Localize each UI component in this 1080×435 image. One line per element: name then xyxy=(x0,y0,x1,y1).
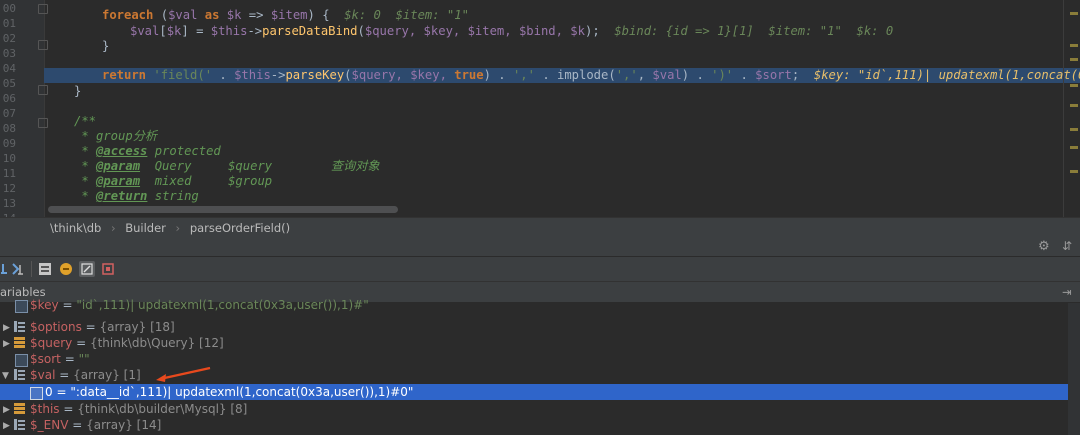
line-gutter: 00 01 02 03 04 05 06 07 08 09 10 11 12 1… xyxy=(0,0,45,217)
variable-name: $key xyxy=(30,298,59,312)
variable-type: {array} [1] xyxy=(73,368,141,382)
line-number: 08 xyxy=(2,122,16,135)
evaluate-expression-icon[interactable] xyxy=(37,261,53,277)
variable-name: 0 xyxy=(45,385,53,399)
line-number: 06 xyxy=(2,92,16,105)
code-line: * @return string xyxy=(74,189,199,203)
variable-row[interactable]: ▶ $query = {think\db\Query} [12] xyxy=(0,335,1068,351)
variable-name: $val xyxy=(30,368,56,382)
variable-type: {think\db\Query} [12] xyxy=(89,336,224,350)
variable-value: ":data__id`,111)| updatexml(1,concat(0x3… xyxy=(70,385,414,399)
code-line: } xyxy=(74,84,82,98)
inline-debug-value: $bind: {id => 1}[1] $item: "1" $k: 0 xyxy=(614,24,894,38)
variable-type: {array} [14] xyxy=(86,418,162,432)
code-line: * group分析 xyxy=(74,129,158,143)
error-stripe-mark[interactable] xyxy=(1070,84,1078,87)
expand-arrow-icon[interactable]: ▶ xyxy=(3,418,10,434)
variable-row[interactable]: ▶ $_ENV = {array} [14] xyxy=(0,417,1068,433)
breadcrumb: \think\db › Builder › parseOrderField() xyxy=(0,217,1080,238)
variable-row[interactable]: ▼ $val = {array} [1] xyxy=(0,366,1068,384)
error-stripe-mark[interactable] xyxy=(1070,146,1078,149)
line-number: 11 xyxy=(2,167,16,180)
variable-row[interactable]: $key = "id`,111)| updatexml(1,concat(0x3… xyxy=(0,297,1068,313)
mute-breakpoints-icon[interactable] xyxy=(79,261,95,277)
breadcrumb-item[interactable]: \think\db xyxy=(50,221,101,235)
array-type-icon xyxy=(14,419,25,430)
error-stripe-mark[interactable] xyxy=(1070,170,1078,173)
collapse-arrow-icon[interactable]: ▼ xyxy=(2,368,9,384)
code-line: * @param mixed $group xyxy=(74,174,273,188)
breadcrumb-separator-icon: › xyxy=(110,221,116,235)
code-line: /** xyxy=(74,114,97,128)
error-stripe-mark[interactable] xyxy=(1070,58,1078,61)
annotation-arrow-icon xyxy=(156,366,211,382)
inline-debug-value: $k: 0 $item: "1" xyxy=(344,8,469,22)
breadcrumb-item[interactable]: parseOrderField() xyxy=(190,221,290,235)
line-number: 02 xyxy=(2,32,16,45)
variable-type: {think\db\builder\Mysql} [8] xyxy=(77,402,248,416)
vertical-scrollbar[interactable] xyxy=(1068,303,1080,435)
code-line-highlighted: return 'field(' . $this->parseKey($query… xyxy=(44,68,1080,83)
line-number: 00 xyxy=(2,2,16,15)
hide-panel-icon[interactable]: ⇵ xyxy=(1062,239,1072,253)
right-margin-guide xyxy=(1063,0,1064,217)
string-type-icon xyxy=(15,300,28,313)
line-number: 10 xyxy=(2,152,16,165)
array-type-icon xyxy=(14,321,25,332)
line-number: 09 xyxy=(2,137,16,150)
settings-gear-icon[interactable]: ⚙ xyxy=(1038,239,1050,254)
variable-name: $options xyxy=(30,320,82,334)
variable-name: $_ENV xyxy=(30,418,69,432)
breadcrumb-separator-icon: › xyxy=(175,221,181,235)
inline-debug-value: $key: "id`,111)| updatexml(1,concat(0x3a… xyxy=(813,68,1080,82)
variable-row[interactable]: ▶ $options = {array} [18] xyxy=(0,319,1068,335)
line-number: 03 xyxy=(2,47,16,60)
restore-layout-icon[interactable] xyxy=(100,261,116,277)
object-type-icon xyxy=(14,337,25,348)
line-number: 12 xyxy=(2,182,16,195)
variable-row[interactable]: ▶ $this = {think\db\builder\Mysql} [8] xyxy=(0,401,1068,417)
horizontal-scrollbar[interactable] xyxy=(48,206,398,213)
code-line: } xyxy=(102,39,110,53)
variable-value: "" xyxy=(78,352,90,366)
code-editor[interactable]: 00 01 02 03 04 05 06 07 08 09 10 11 12 1… xyxy=(0,0,1080,217)
error-stripe-mark[interactable] xyxy=(1070,104,1078,107)
expand-arrow-icon[interactable]: ▶ xyxy=(3,320,10,336)
line-number: 13 xyxy=(2,197,16,210)
error-stripe-mark[interactable] xyxy=(1070,12,1078,15)
debug-panel-header: ⚙ ⇵ xyxy=(0,238,1080,257)
line-number: 01 xyxy=(2,17,16,30)
variable-value: "id`,111)| updatexml(1,concat(0x3a,user(… xyxy=(76,298,369,312)
variable-row-selected[interactable]: 0 = ":data__id`,111)| updatexml(1,concat… xyxy=(0,384,1068,400)
variable-name: $query xyxy=(30,336,73,350)
line-number: 04 xyxy=(2,62,16,75)
variable-type: {array} [18] xyxy=(99,320,175,334)
code-line: $val[$k] = $this->parseDataBind($query, … xyxy=(130,24,894,38)
error-stripe-mark[interactable] xyxy=(1070,128,1078,131)
string-type-icon xyxy=(30,387,43,400)
run-to-cursor-icon[interactable] xyxy=(11,261,27,277)
expand-arrow-icon[interactable]: ▶ xyxy=(3,336,10,352)
line-number: 05 xyxy=(2,77,16,90)
variable-name: $this xyxy=(30,402,60,416)
breadcrumb-item[interactable]: Builder xyxy=(125,221,166,235)
breakpoints-icon[interactable] xyxy=(58,261,74,277)
object-type-icon xyxy=(14,403,25,414)
debug-toolbar xyxy=(0,257,1080,282)
code-line: foreach ($val as $k => $item) { $k: 0 $i… xyxy=(102,8,469,22)
variable-name: $sort xyxy=(30,352,61,366)
error-stripe-mark[interactable] xyxy=(1070,44,1078,47)
toolbar-separator xyxy=(31,261,32,277)
line-number: 07 xyxy=(2,107,16,120)
expand-arrow-icon[interactable]: ▶ xyxy=(3,402,10,418)
variables-tree[interactable]: $key = "id`,111)| updatexml(1,concat(0x3… xyxy=(0,298,1080,435)
code-line: * @param Query $query 查询对象 xyxy=(74,159,380,173)
code-line: * @access protected xyxy=(74,144,221,158)
array-type-icon xyxy=(14,369,25,380)
string-type-icon xyxy=(15,354,28,367)
